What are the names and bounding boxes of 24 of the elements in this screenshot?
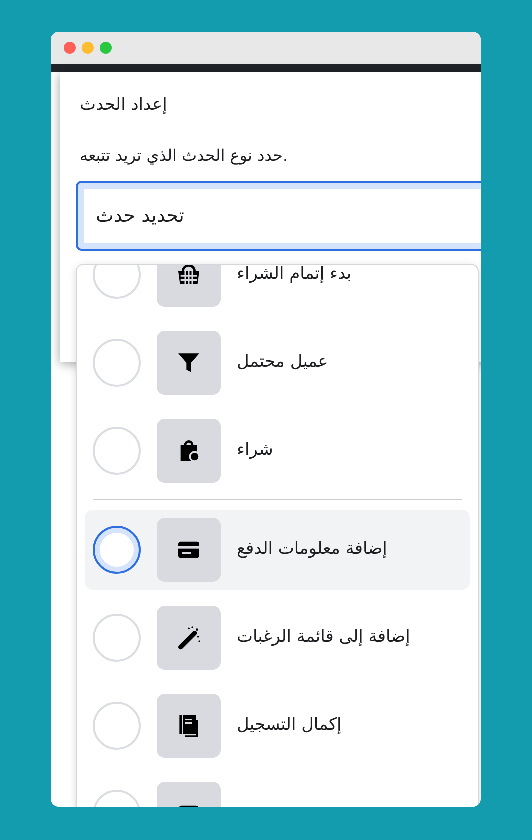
dialog-description: حدد نوع الحدث الذي تريد تتبعه. bbox=[80, 145, 290, 167]
event-option[interactable]: إضافة إلى قائمة الرغبات bbox=[85, 598, 470, 678]
window-control-dot[interactable] bbox=[64, 42, 76, 54]
event-option[interactable]: شراء bbox=[85, 411, 470, 491]
option-label: عميل محتمل bbox=[237, 351, 328, 374]
radio-button[interactable] bbox=[93, 526, 141, 574]
option-label: إكمال التسجيل bbox=[237, 714, 342, 738]
window-control-dot[interactable] bbox=[100, 42, 112, 54]
dialog-title: إعداد الحدث bbox=[80, 94, 168, 117]
event-select-field[interactable]: تحديد حدث bbox=[76, 181, 481, 251]
funnel-icon bbox=[157, 331, 221, 395]
option-label: بدء إتمام الشراء bbox=[237, 265, 352, 286]
credit-card-icon bbox=[157, 518, 221, 582]
event-option[interactable]: بدء إتمام الشراء bbox=[85, 265, 470, 315]
event-option[interactable]: إكمال التسجيل bbox=[85, 686, 470, 766]
shopping-bag-icon bbox=[157, 419, 221, 483]
option-label: إضافة إلى قائمة الرغبات bbox=[237, 626, 410, 650]
event-option[interactable]: إضافة معلومات الدفع bbox=[85, 510, 470, 590]
option-label: شراء bbox=[237, 439, 274, 462]
magic-wand-icon bbox=[157, 606, 221, 670]
notebook-icon bbox=[157, 694, 221, 758]
event-option[interactable]: عميل محتمل bbox=[85, 323, 470, 403]
window-control-dot[interactable] bbox=[82, 42, 94, 54]
option-label: إضافة معلومات الدفع bbox=[237, 538, 388, 562]
